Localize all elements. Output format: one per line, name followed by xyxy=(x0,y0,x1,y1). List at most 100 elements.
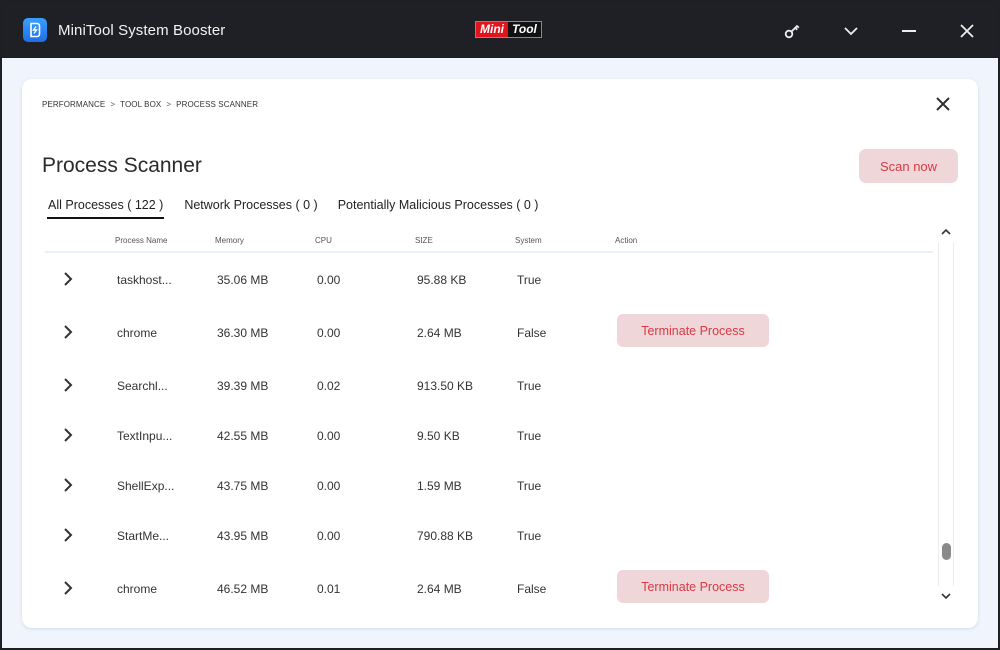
close-panel-button[interactable] xyxy=(932,93,954,115)
chevron-right-icon xyxy=(64,581,73,595)
memory-value: 35.06 MB xyxy=(217,273,269,287)
process-name: ShellExp... xyxy=(117,479,175,493)
system-value: True xyxy=(517,273,542,287)
tab-network-processes[interactable]: Network Processes ( 0 ) xyxy=(184,198,317,219)
expand-row-button[interactable] xyxy=(60,427,76,443)
breadcrumb-item-toolbox[interactable]: TOOL BOX xyxy=(120,100,161,109)
terminate-process-button[interactable]: Terminate Process xyxy=(617,570,769,603)
app-title: MiniTool System Booster xyxy=(58,22,226,39)
cpu-value: 0.00 xyxy=(317,429,341,443)
memory-value: 46.52 MB xyxy=(217,582,269,596)
expand-row-button[interactable] xyxy=(60,377,76,393)
chevron-up-icon xyxy=(941,228,951,235)
scrollbar-thumb[interactable] xyxy=(942,543,951,560)
chevron-right-icon xyxy=(64,272,73,286)
chevron-right-icon xyxy=(64,528,73,542)
close-window-button[interactable] xyxy=(952,16,982,46)
column-header-process-name: Process Name xyxy=(115,236,168,245)
tab-all-processes[interactable]: All Processes ( 122 ) xyxy=(47,198,165,219)
process-name: chrome xyxy=(117,582,158,596)
cpu-value: 0.00 xyxy=(317,326,341,340)
page-title: Process Scanner xyxy=(42,154,202,177)
size-value: 2.64 MB xyxy=(417,326,462,340)
table-row[interactable]: TextInpu... 42.55 MB 0.00 9.50 KB True xyxy=(45,410,933,460)
close-icon xyxy=(960,24,974,38)
size-value: 95.88 KB xyxy=(417,273,467,287)
system-value: True xyxy=(517,479,542,493)
breadcrumb: PERFORMANCE > TOOL BOX > PROCESS SCANNER xyxy=(42,100,258,109)
expand-row-button[interactable] xyxy=(60,527,76,543)
system-value: True xyxy=(517,379,542,393)
column-header-cpu: CPU xyxy=(315,236,332,245)
scan-now-button[interactable]: Scan now xyxy=(859,149,958,183)
expand-row-button[interactable] xyxy=(60,477,76,493)
cpu-value: 0.00 xyxy=(317,529,341,543)
column-header-action: Action xyxy=(615,236,638,245)
table-row[interactable]: chrome 46.52 MB 0.01 2.64 MB False Terminate … xyxy=(45,563,933,613)
scrollbar-track[interactable] xyxy=(938,242,954,586)
process-table-body: taskhost... 35.06 MB 0.00 95.88 KB True chrom… xyxy=(45,254,933,628)
close-icon xyxy=(936,97,950,111)
minimize-icon xyxy=(902,30,916,32)
size-value: 790.88 KB xyxy=(417,529,474,543)
size-value: 9.50 KB xyxy=(417,429,460,443)
chevron-right-icon xyxy=(64,478,73,492)
breadcrumb-separator: > xyxy=(166,100,172,109)
table-row[interactable]: taskhost... 35.06 MB 0.00 95.88 KB True xyxy=(45,254,933,304)
process-scanner-panel: PERFORMANCE > TOOL BOX > PROCESS SCANNER… xyxy=(22,79,978,628)
menu-button[interactable] xyxy=(836,16,866,46)
minitool-brand-logo: Mini Tool xyxy=(475,21,542,38)
size-value: 913.50 KB xyxy=(417,379,474,393)
chevron-right-icon xyxy=(64,428,73,442)
brand-mini: Mini xyxy=(476,22,508,37)
chevron-down-icon xyxy=(941,593,951,600)
memory-value: 36.30 MB xyxy=(217,326,269,340)
table-header: Process Name Memory CPU SIZE System Acti… xyxy=(45,231,933,253)
column-header-size: SIZE xyxy=(415,236,433,245)
column-header-memory: Memory xyxy=(215,236,244,245)
system-value: True xyxy=(517,529,542,543)
memory-value: 39.39 MB xyxy=(217,379,269,393)
system-value: False xyxy=(517,326,547,340)
process-name: Searchl... xyxy=(117,379,168,393)
column-header-system: System xyxy=(515,236,542,245)
size-value: 1.59 MB xyxy=(417,479,462,493)
title-bar: MiniTool System Booster Mini Tool xyxy=(2,2,998,58)
system-value: False xyxy=(517,582,547,596)
app-logo-icon xyxy=(23,18,47,42)
cpu-value: 0.00 xyxy=(317,479,341,493)
chevron-right-icon xyxy=(64,325,73,339)
chevron-right-icon xyxy=(64,378,73,392)
scroll-down-button[interactable] xyxy=(938,589,954,603)
expand-row-button[interactable] xyxy=(60,271,76,287)
brand-tool: Tool xyxy=(508,22,541,37)
process-name: TextInpu... xyxy=(117,429,173,443)
system-value: True xyxy=(517,429,542,443)
breadcrumb-item-performance[interactable]: PERFORMANCE xyxy=(42,100,105,109)
license-key-button[interactable] xyxy=(778,16,808,46)
cpu-value: 0.02 xyxy=(317,379,341,393)
cpu-value: 0.00 xyxy=(317,273,341,287)
process-name: StartMe... xyxy=(117,529,170,543)
process-name: chrome xyxy=(117,326,158,340)
expand-row-button[interactable] xyxy=(60,580,76,596)
minimize-button[interactable] xyxy=(894,16,924,46)
table-row[interactable]: chrome 36.30 MB 0.00 2.64 MB False Terminate … xyxy=(45,307,933,357)
table-row[interactable]: Searchl... 39.39 MB 0.02 913.50 KB True xyxy=(45,360,933,410)
expand-row-button[interactable] xyxy=(60,324,76,340)
scroll-up-button[interactable] xyxy=(938,225,954,239)
key-icon xyxy=(784,24,800,39)
process-name: taskhost... xyxy=(117,273,172,287)
chevron-down-icon xyxy=(844,27,858,36)
table-row[interactable]: ShellExp... 43.75 MB 0.00 1.59 MB True xyxy=(45,460,933,510)
breadcrumb-item-process-scanner: PROCESS SCANNER xyxy=(176,100,259,109)
table-row[interactable]: StartMe... 43.95 MB 0.00 790.88 KB True xyxy=(45,510,933,560)
tab-malicious-processes[interactable]: Potentially Malicious Processes ( 0 ) xyxy=(338,198,539,219)
size-value: 2.64 MB xyxy=(417,582,462,596)
terminate-process-button[interactable]: Terminate Process xyxy=(617,314,769,347)
memory-value: 43.95 MB xyxy=(217,529,269,543)
memory-value: 42.55 MB xyxy=(217,429,269,443)
breadcrumb-separator: > xyxy=(110,100,116,109)
app-window: MiniTool System Booster Mini Tool PERFOR… xyxy=(0,0,1000,650)
cpu-value: 0.01 xyxy=(317,582,341,596)
